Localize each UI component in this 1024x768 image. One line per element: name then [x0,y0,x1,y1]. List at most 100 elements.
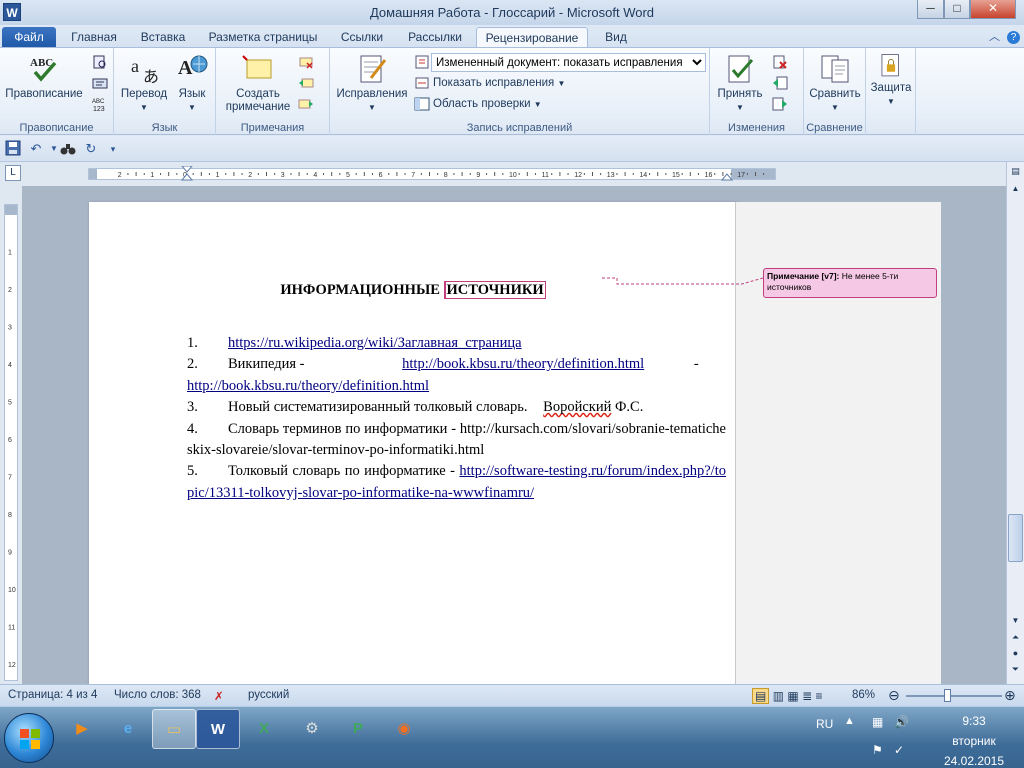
help-icon[interactable]: ? [1007,31,1020,44]
save-icon[interactable] [4,140,22,158]
system-tray: RU ▲ ▦ 🔊 ⚑ ✓ 9:33 вторник 24.02.2015 [808,707,1024,768]
proofing-errors-icon[interactable]: ✗ [214,689,224,703]
vertical-scrollbar[interactable]: ▤ ▲ ▼ ⏶ ● ⏷ [1006,162,1024,684]
accept-button[interactable]: Принять ▼ [712,52,768,114]
publisher-icon[interactable]: P [336,709,380,749]
repeat-icon[interactable]: ↻ [82,140,100,158]
word-count[interactable]: Число слов: 368 [114,689,201,701]
web-layout-icon[interactable]: ▦ [787,689,798,703]
compare-button[interactable]: Сравнить ▼ [806,52,864,114]
tab-file[interactable]: Файл [2,27,56,47]
show-markup-button[interactable]: Показать исправления ▼ [433,74,565,92]
ruler-tick-label: 2 [248,172,252,179]
display-for-review-select[interactable]: Измененный документ: показать исправлени… [431,53,706,72]
group-label-language: Язык [151,122,178,134]
close-button[interactable]: ✕ [970,0,1016,19]
full-screen-reading-icon[interactable]: ▥ [773,689,784,703]
comment-balloon[interactable]: Примечание [v7]: Не менее 5-ти источнико… [763,268,937,298]
commented-heading-text[interactable]: ИСТОЧНИКИ [443,281,546,299]
document-language[interactable]: русский [248,689,289,701]
zoom-slider[interactable] [906,695,1002,697]
zoom-level[interactable]: 86% [852,689,875,701]
firefox-icon[interactable]: ◉ [382,709,426,749]
track-changes-button[interactable]: Исправления ▼ [334,52,410,114]
zoom-slider-thumb[interactable] [944,689,952,702]
document-page[interactable]: ИНФОРМАЦИОННЫЕ ИСТОЧНИКИ 1. https://ru.wi… [89,202,737,702]
ribbon-minimize-and-help[interactable]: ︿ ? [989,28,1020,44]
word-count-icon[interactable]: ABC123 [92,96,108,112]
research-icon[interactable] [92,54,108,70]
input-language[interactable]: RU [816,717,833,731]
previous-page-icon[interactable]: ⏶ [1008,632,1023,643]
show-hidden-icons-icon[interactable]: ▲ [844,715,855,727]
thesaurus-icon[interactable] [92,75,108,91]
clock[interactable]: 9:33 вторник 24.02.2015 [926,711,1022,768]
spelling-button[interactable]: ABC Правописание [2,52,86,101]
network-icon[interactable]: ▦ [872,715,883,729]
scroll-thumb[interactable] [1008,514,1023,562]
customize-qat-icon[interactable]: ▾ [104,140,122,158]
outline-view-icon[interactable]: ≣ [802,689,812,703]
find-binoculars-icon[interactable] [59,140,77,158]
list-link[interactable]: https://ru.wikipedia.org/wiki/Заглавная_… [228,335,522,351]
word-taskbar-icon[interactable]: W [196,709,240,749]
page-count[interactable]: Страница: 4 из 4 [8,689,97,701]
delete-comment-icon[interactable] [298,54,314,70]
horizontal-ruler[interactable]: 2 1 0 1 2 3 4 5 6 7 8 9 10 11 12 13 14 15 16 17 [88,166,776,182]
scroll-up-icon[interactable]: ▲ [1008,184,1023,196]
previous-comment-icon[interactable] [298,75,314,91]
document-heading[interactable]: ИНФОРМАЦИОННЫЕ ИСТОЧНИКИ [89,281,737,299]
display-for-review-icon [415,55,429,69]
scroll-down-icon[interactable]: ▼ [1008,616,1023,625]
draft-view-icon[interactable]: ≡ [815,689,822,703]
tab-insert[interactable]: Вставка [134,27,192,47]
ribbon-review: ABC Правописание ABC 123 Правописание aあ … [0,47,1024,135]
tab-mailings[interactable]: Рассылки [402,27,468,47]
next-comment-icon[interactable] [298,96,314,112]
tab-home[interactable]: Главная [66,27,122,47]
tab-selector[interactable]: L [5,165,21,181]
undo-icon[interactable]: ↶ [27,140,45,158]
protect-button[interactable]: Защита ▼ [868,52,914,108]
tab-references[interactable]: Ссылки [334,27,390,47]
right-indent-icon[interactable] [721,171,733,181]
file-explorer-icon[interactable]: ▭ [152,709,196,749]
list-link[interactable]: http://book.kbsu.ru/theory/definition.ht… [402,356,644,372]
next-page-icon[interactable]: ⏷ [1008,664,1023,675]
ftp-client-icon[interactable]: ⚙ [290,709,334,749]
ruler-toggle-icon[interactable]: ▤ [1008,166,1023,182]
tab-page-layout[interactable]: Разметка страницы [204,27,322,47]
view-buttons[interactable]: ▤ ▥ ▦ ≣ ≡ [752,688,822,704]
maximize-button[interactable]: □ [944,0,970,19]
media-player-icon[interactable]: ▶ [60,709,104,749]
safely-remove-icon[interactable]: ✓ [894,743,904,757]
compare-documents-icon [821,55,849,83]
reviewing-pane-button[interactable]: Область проверки ▼ [433,95,542,113]
tab-review[interactable]: Рецензирование [476,27,588,47]
next-change-icon[interactable] [772,96,788,112]
minimize-button[interactable]: ─ [917,0,944,19]
tab-view[interactable]: Вид [598,27,634,47]
chevron-up-icon[interactable]: ︿ [989,31,1000,43]
internet-explorer-icon[interactable]: e [106,709,150,749]
list-number: 4. [187,420,198,437]
list-link[interactable]: http://book.kbsu.ru/theory/definition.ht… [187,378,429,394]
misspelled-word[interactable]: Воройский [543,399,611,415]
zoom-out-icon[interactable]: ⊖ [888,687,900,704]
reference-list[interactable]: 1. https://ru.wikipedia.org/wiki/Заглавна… [187,333,726,504]
zoom-in-icon[interactable]: ⊕ [1004,687,1016,704]
start-button[interactable] [4,713,54,763]
browse-object-icon[interactable]: ● [1008,648,1023,658]
document-area[interactable]: ИНФОРМАЦИОННЫЕ ИСТОЧНИКИ 1. https://ru.wi… [22,186,1006,702]
new-comment-button[interactable]: Создать примечание [220,52,296,114]
indent-marker-icon[interactable] [181,166,193,182]
previous-change-icon[interactable] [772,75,788,91]
reject-change-icon[interactable] [772,54,788,70]
vertical-ruler[interactable]: 1 2 3 4 5 6 7 8 9 10 11 12 [4,204,18,681]
language-button[interactable]: A Язык ▼ [170,52,214,114]
translate-button[interactable]: aあ Перевод ▼ [118,52,170,114]
excel-icon[interactable]: X [242,709,286,749]
action-center-flag-icon[interactable]: ⚑ [872,743,883,757]
volume-icon[interactable]: 🔊 [894,715,909,729]
print-layout-icon[interactable]: ▤ [752,688,770,704]
